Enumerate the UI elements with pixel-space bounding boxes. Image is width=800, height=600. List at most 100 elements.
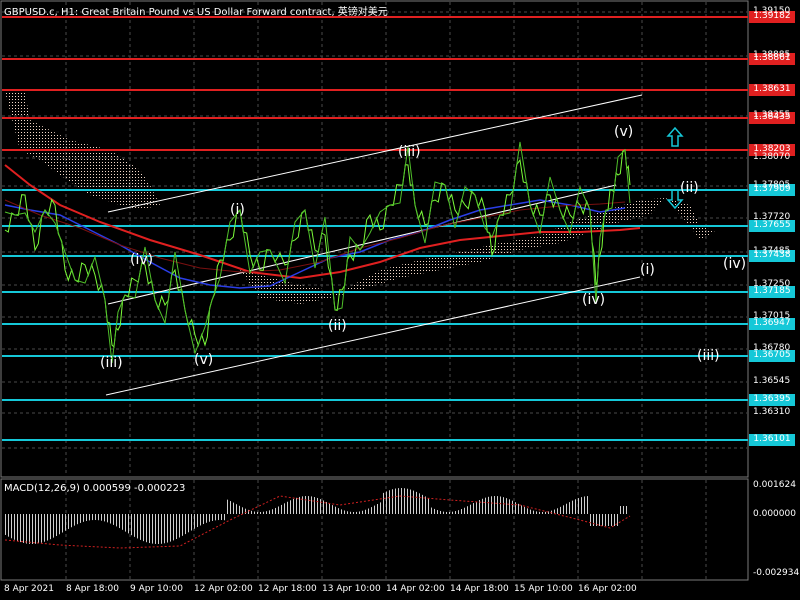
macd-bar <box>41 514 42 543</box>
macd-bar <box>56 514 57 537</box>
macd-bar <box>539 511 540 514</box>
macd-bar <box>623 506 624 514</box>
macd-bar <box>173 514 174 541</box>
macd-bar <box>185 514 186 535</box>
macd-bar <box>407 488 408 514</box>
wave-label: (iv) <box>723 256 747 272</box>
macd-bar <box>98 514 99 521</box>
macd-bar <box>566 503 567 514</box>
macd-bar <box>410 489 411 514</box>
macd-bar <box>8 514 9 537</box>
macd-bar <box>164 514 165 544</box>
macd-bar <box>209 514 210 522</box>
macd-bar <box>365 509 366 514</box>
macd-bar <box>557 508 558 514</box>
macd-bar <box>374 505 375 514</box>
macd-bar <box>38 514 39 544</box>
macd-bar <box>200 514 201 526</box>
macd-bar <box>578 498 579 514</box>
macd-bar <box>500 496 501 514</box>
macd-bar <box>335 506 336 514</box>
macd-bar <box>176 514 177 540</box>
macd-bar <box>344 510 345 514</box>
price-scale-label: 1.36545 <box>753 376 791 386</box>
macd-bar <box>119 514 120 529</box>
macd-bar <box>89 514 90 521</box>
wave-label: (i) <box>640 262 655 278</box>
wave-label: (ii) <box>680 180 699 196</box>
macd-bar <box>482 498 483 514</box>
macd-bar <box>83 514 84 522</box>
macd-bar <box>278 506 279 514</box>
macd-bar <box>572 500 573 514</box>
macd-bar <box>59 514 60 535</box>
macd-bar <box>488 496 489 514</box>
macd-bar <box>452 511 453 514</box>
macd-bar <box>404 488 405 514</box>
price-tag: 1.38861 <box>753 53 791 63</box>
macd-bar <box>521 505 522 514</box>
time-scale-label: 8 Apr 2021 <box>4 584 54 594</box>
price-tag: 1.36395 <box>753 394 791 404</box>
macd-bar <box>272 509 273 514</box>
wave-label: (v) <box>194 352 214 368</box>
macd-bar <box>455 511 456 514</box>
macd-scale-label: -0.002934 <box>753 568 800 578</box>
macd-bar <box>215 514 216 521</box>
macd-bar <box>32 514 33 544</box>
price-tag: 1.37185 <box>753 286 791 296</box>
macd-bar <box>125 514 126 532</box>
macd-bar <box>530 509 531 514</box>
macd-bar <box>110 514 111 524</box>
macd-bar <box>611 514 612 526</box>
macd-bar <box>179 514 180 538</box>
macd-bar <box>329 503 330 514</box>
macd-bar <box>80 514 81 523</box>
macd-bar <box>419 493 420 514</box>
macd-bar <box>389 490 390 514</box>
macd-bar <box>95 514 96 521</box>
macd-bar <box>122 514 123 530</box>
macd-bar <box>620 506 621 514</box>
macd-bar <box>383 492 384 514</box>
macd-bar <box>296 497 297 514</box>
macd-bar <box>284 503 285 514</box>
macd-bar <box>131 514 132 536</box>
macd-bar <box>449 511 450 514</box>
macd-bar <box>338 508 339 514</box>
price-chart[interactable] <box>0 0 800 600</box>
macd-bar <box>242 507 243 514</box>
macd-bar <box>266 511 267 514</box>
macd-bar <box>533 510 534 514</box>
macd-bar <box>77 514 78 525</box>
macd-bar <box>14 514 15 540</box>
macd-bar <box>17 514 18 542</box>
macd-bar <box>290 500 291 514</box>
price-tag: 1.38435 <box>753 112 791 122</box>
macd-bar <box>470 504 471 514</box>
macd-bar <box>401 488 402 514</box>
time-scale-label: 12 Apr 02:00 <box>194 584 253 594</box>
macd-bar <box>62 514 63 533</box>
macd-bar <box>473 503 474 514</box>
macd-bar <box>137 514 138 539</box>
macd-bar <box>212 514 213 521</box>
up-arrow-icon <box>666 126 684 147</box>
macd-bar <box>311 496 312 514</box>
macd-bar <box>626 506 627 514</box>
macd-bar <box>263 511 264 514</box>
macd-bar <box>608 514 609 526</box>
macd-bar <box>518 503 519 514</box>
macd-bar <box>116 514 117 527</box>
macd-bar <box>347 511 348 514</box>
macd-histogram <box>5 488 627 544</box>
macd-bar <box>188 514 189 533</box>
price-tag: 1.38203 <box>753 144 791 154</box>
macd-bar <box>485 497 486 514</box>
macd-bar <box>545 511 546 514</box>
macd-bar <box>206 514 207 523</box>
macd-bar <box>230 501 231 514</box>
macd-bar <box>575 499 576 514</box>
macd-bar <box>314 497 315 514</box>
macd-bar <box>425 496 426 514</box>
